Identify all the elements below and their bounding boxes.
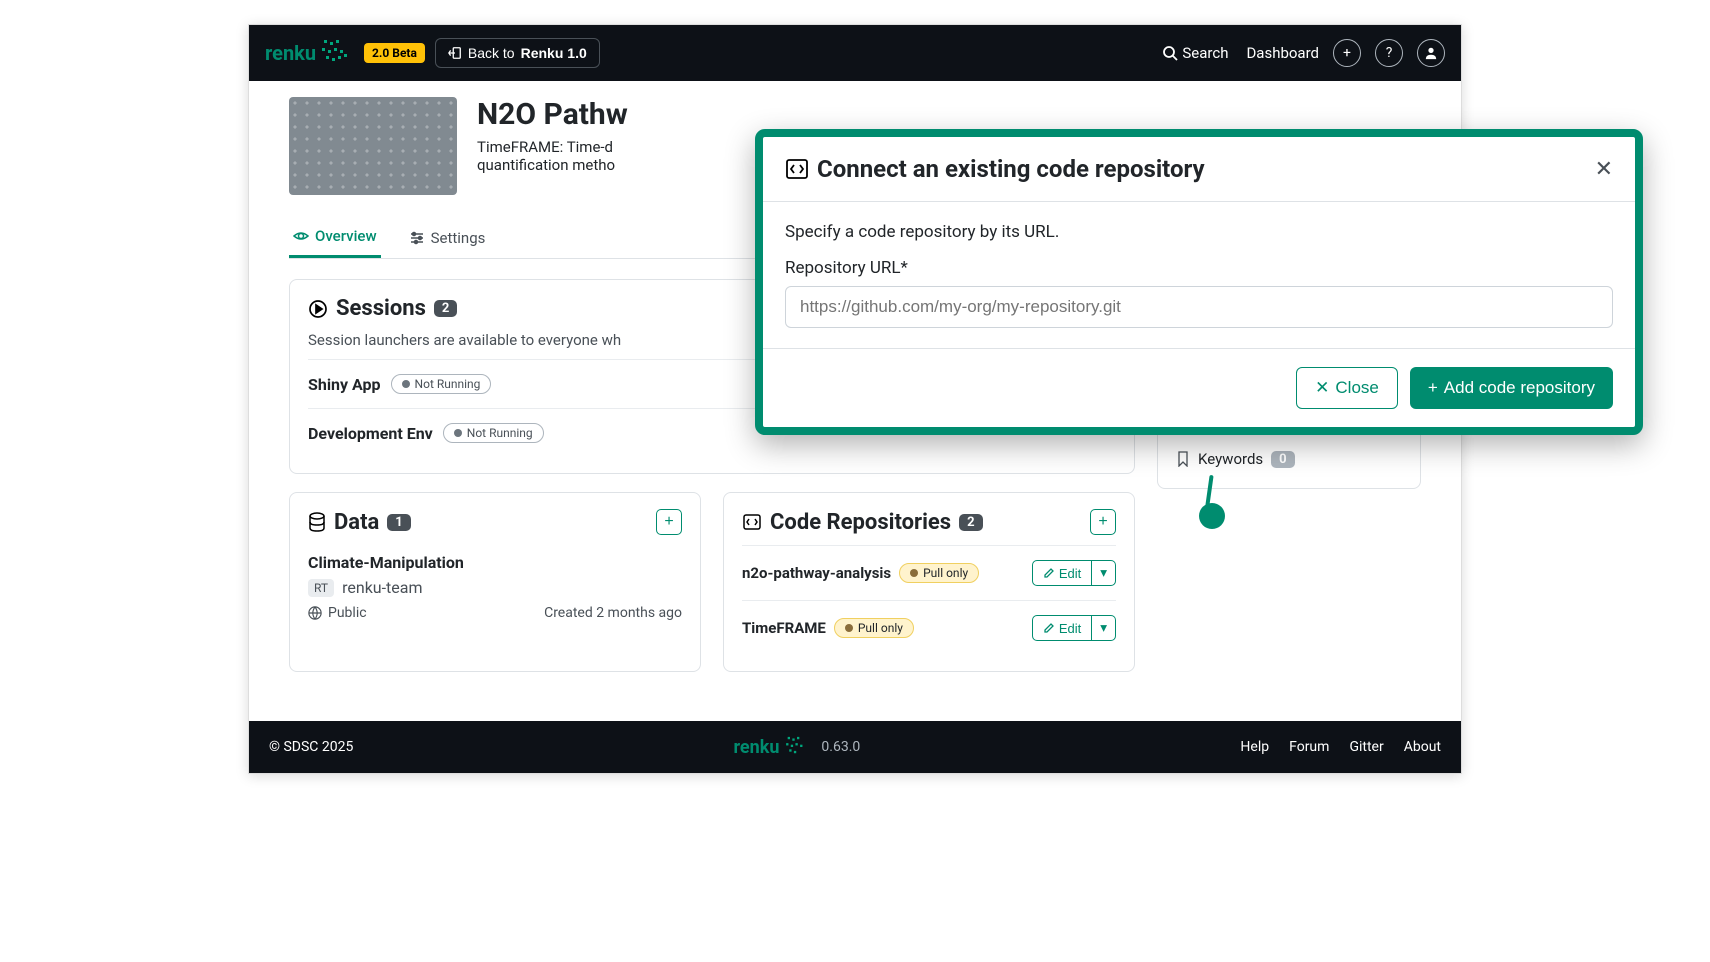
repo-name[interactable]: n2o-pathway-analysis — [742, 564, 891, 582]
project-description: TimeFRAME: Time-dquantification metho — [477, 138, 628, 174]
back-target: Renku 1.0 — [521, 45, 587, 61]
keywords-label: Keywords — [1198, 450, 1263, 468]
session-name: Development Env — [308, 424, 433, 443]
plus-icon: + — [664, 513, 673, 531]
tab-settings[interactable]: Settings — [405, 217, 490, 258]
project-thumbnail — [289, 97, 457, 195]
data-title: Data — [334, 510, 379, 535]
edit-dropdown[interactable]: ▾ — [1092, 560, 1116, 586]
footer-link-help[interactable]: Help — [1240, 739, 1269, 755]
repo-url-input[interactable] — [785, 286, 1613, 328]
footer: © SDSC 2025 renku 0.63.0 Help Forum Gitt… — [249, 721, 1461, 773]
edit-dropdown[interactable]: ▾ — [1092, 615, 1116, 641]
footer-link-forum[interactable]: Forum — [1289, 739, 1329, 755]
modal-body-text: Specify a code repository by its URL. — [785, 222, 1613, 242]
chevron-down-icon: ▾ — [1100, 565, 1107, 580]
chevron-down-icon: ▾ — [1100, 620, 1107, 635]
callout-dot — [1199, 503, 1225, 529]
data-card: Data 1 + Climate-Manipulation RT renku-t… — [289, 492, 701, 672]
logo-icon — [783, 735, 811, 759]
dashboard-link[interactable]: Dashboard — [1246, 44, 1319, 62]
logo[interactable]: renku — [265, 38, 354, 68]
edit-repo-button[interactable]: Edit — [1032, 560, 1092, 586]
close-icon: ✕ — [1315, 378, 1329, 398]
modal-close-button[interactable]: ✕ — [1595, 157, 1613, 182]
eye-icon — [293, 228, 309, 244]
bookmark-icon — [1176, 451, 1190, 467]
sessions-count: 2 — [434, 300, 457, 317]
repo-row: TimeFRAME Pull only Edit ▾ — [742, 600, 1116, 655]
data-item-name: Climate-Manipulation — [308, 553, 682, 572]
status-dot-icon — [402, 380, 410, 388]
close-button[interactable]: ✕ Close — [1296, 367, 1398, 409]
team-avatar: RT — [308, 579, 334, 597]
user-icon — [1424, 46, 1438, 60]
dot-icon — [845, 624, 853, 632]
visibility: Public — [328, 605, 367, 621]
pencil-icon — [1043, 567, 1055, 579]
modal-title: Connect an existing code repository — [817, 155, 1205, 183]
logo-text: renku — [265, 41, 316, 65]
footer-logo: renku — [733, 737, 779, 758]
add-button[interactable]: + — [1333, 39, 1361, 67]
code-icon — [785, 157, 809, 181]
repos-count: 2 — [959, 514, 982, 531]
search-link[interactable]: Search — [1162, 44, 1228, 62]
pull-badge: Pull only — [899, 563, 979, 583]
user-menu[interactable] — [1417, 39, 1445, 67]
data-item[interactable]: Climate-Manipulation RT renku-team — [308, 545, 682, 621]
edit-repo-button[interactable]: Edit — [1032, 615, 1092, 641]
repos-card: Code Repositories 2 + n2o-pathway-analys… — [723, 492, 1135, 672]
created-label: Created 2 months ago — [544, 605, 682, 621]
back-button[interactable]: Back to Renku 1.0 — [435, 38, 600, 68]
add-data-button[interactable]: + — [656, 509, 682, 535]
tab-overview[interactable]: Overview — [289, 217, 381, 258]
plus-icon: + — [1428, 378, 1438, 398]
copyright: © SDSC 2025 — [269, 739, 353, 755]
repos-title: Code Repositories — [770, 510, 951, 535]
play-icon — [308, 299, 328, 319]
pull-badge: Pull only — [834, 618, 914, 638]
add-repo-button[interactable]: + — [1090, 509, 1116, 535]
search-icon — [1162, 45, 1178, 61]
question-icon: ? — [1386, 45, 1393, 61]
status-dot-icon — [454, 429, 462, 437]
data-count: 1 — [387, 514, 410, 531]
close-icon: ✕ — [1595, 157, 1613, 182]
beta-badge: 2.0 Beta — [364, 43, 425, 63]
add-repo-submit-button[interactable]: + Add code repository — [1410, 367, 1613, 409]
version: 0.63.0 — [821, 739, 860, 755]
footer-link-gitter[interactable]: Gitter — [1349, 739, 1383, 755]
footer-link-about[interactable]: About — [1404, 739, 1441, 755]
sliders-icon — [409, 230, 425, 246]
status-pill: Not Running — [443, 423, 544, 443]
connect-repo-modal: Connect an existing code repository ✕ Sp… — [755, 129, 1643, 435]
help-button[interactable]: ? — [1375, 39, 1403, 67]
exit-icon — [448, 46, 462, 60]
status-pill: Not Running — [391, 374, 492, 394]
session-name: Shiny App — [308, 375, 381, 394]
keywords-count: 0 — [1271, 451, 1294, 468]
dot-icon — [910, 569, 918, 577]
plus-icon: + — [1098, 513, 1107, 531]
top-navigation: renku 2.0 Beta Back to Renku 1.0 Search … — [249, 25, 1461, 81]
pencil-icon — [1043, 622, 1055, 634]
plus-icon: + — [1343, 45, 1351, 61]
back-prefix: Back to — [468, 45, 515, 61]
team-name: renku-team — [342, 578, 422, 597]
database-icon — [308, 512, 326, 532]
project-title: N2O Pathw — [477, 97, 628, 132]
repo-name[interactable]: TimeFRAME — [742, 619, 826, 637]
sessions-title: Sessions — [336, 296, 426, 321]
repo-row: n2o-pathway-analysis Pull only Edit ▾ — [742, 545, 1116, 600]
repo-url-label: Repository URL* — [785, 258, 1613, 278]
globe-icon — [308, 606, 322, 620]
logo-icon — [318, 38, 354, 68]
code-icon — [742, 512, 762, 532]
